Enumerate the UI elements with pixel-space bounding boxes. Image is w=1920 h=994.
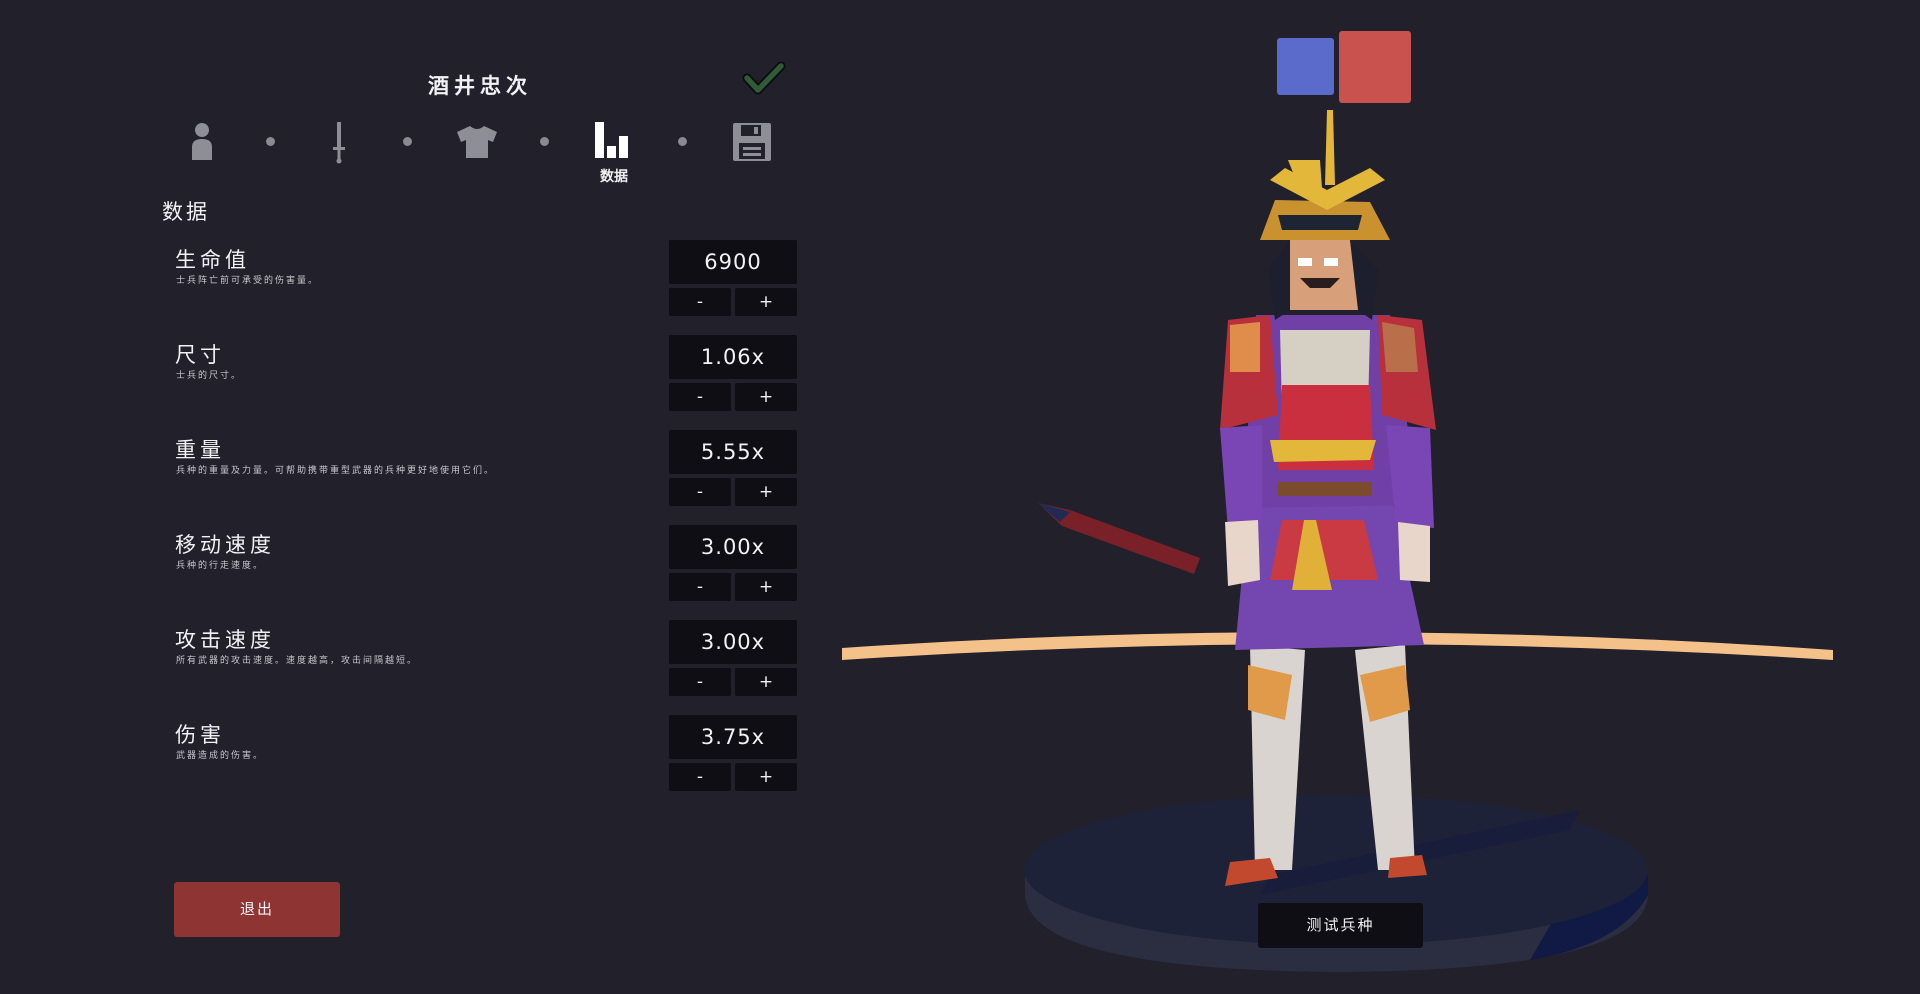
decrease-button[interactable]: - xyxy=(669,288,731,316)
increase-button[interactable]: + xyxy=(735,573,797,601)
exit-button[interactable]: 退出 xyxy=(174,882,340,937)
stat-name: 伤害 xyxy=(175,723,225,747)
stat-row-size: 尺寸 士兵的尺寸。 1.06x - + xyxy=(0,335,820,429)
increase-button[interactable]: + xyxy=(735,668,797,696)
stat-value[interactable]: 3.75x xyxy=(669,715,797,759)
stat-name: 重量 xyxy=(175,438,225,462)
stat-row-weight: 重量 兵种的重量及力量。可帮助携带重型武器的兵种更好地使用它们。 5.55x -… xyxy=(0,430,820,524)
stat-description: 士兵阵亡前可承受的伤害量。 xyxy=(176,276,320,286)
step-clothing[interactable] xyxy=(455,120,499,164)
stat-value[interactable]: 5.55x xyxy=(669,430,797,474)
stat-name: 尺寸 xyxy=(175,343,225,367)
stat-row-damage: 伤害 武器造成的伤害。 3.75x - + xyxy=(0,715,820,809)
decrease-button[interactable]: - xyxy=(669,668,731,696)
step-weapons[interactable] xyxy=(317,120,361,164)
team-red-swatch[interactable] xyxy=(1339,31,1411,103)
decrease-button[interactable]: - xyxy=(669,573,731,601)
floppy-disk-icon xyxy=(733,123,771,161)
test-unit-button[interactable]: 测试兵种 xyxy=(1258,903,1423,948)
step-save[interactable] xyxy=(730,120,774,164)
stat-description: 士兵的尺寸。 xyxy=(176,371,243,381)
sword-icon xyxy=(333,122,345,164)
step-separator xyxy=(403,137,412,146)
stat-description: 兵种的重量及力量。可帮助携带重型武器的兵种更好地使用它们。 xyxy=(176,466,496,476)
stat-value[interactable]: 3.00x xyxy=(669,620,797,664)
section-title: 数据 xyxy=(162,200,210,224)
step-stats-label: 数据 xyxy=(600,169,628,185)
step-stats[interactable] xyxy=(592,120,636,164)
decrease-button[interactable]: - xyxy=(669,763,731,791)
unit-preview[interactable] xyxy=(830,110,1850,990)
confirm-check-icon[interactable] xyxy=(742,61,786,96)
stat-value[interactable]: 3.00x xyxy=(669,525,797,569)
step-separator xyxy=(266,137,275,146)
stat-row-attack-speed: 攻击速度 所有武器的攻击速度。速度越高，攻击间隔越短。 3.00x - + xyxy=(0,620,820,714)
step-separator xyxy=(678,137,687,146)
increase-button[interactable]: + xyxy=(735,383,797,411)
stat-name: 生命值 xyxy=(175,248,250,272)
stat-row-health: 生命值 士兵阵亡前可承受的伤害量。 6900 - + xyxy=(0,240,820,334)
decrease-button[interactable]: - xyxy=(669,478,731,506)
unit-name[interactable]: 酒井忠次 xyxy=(380,70,580,100)
step-separator xyxy=(540,137,549,146)
stat-value[interactable]: 6900 xyxy=(669,240,797,284)
stat-name: 移动速度 xyxy=(175,533,275,557)
stat-description: 武器造成的伤害。 xyxy=(176,751,265,761)
increase-button[interactable]: + xyxy=(735,288,797,316)
stat-name: 攻击速度 xyxy=(175,628,275,652)
increase-button[interactable]: + xyxy=(735,763,797,791)
stat-description: 所有武器的攻击速度。速度越高，攻击间隔越短。 xyxy=(176,656,419,666)
shirt-icon xyxy=(457,126,497,158)
stat-description: 兵种的行走速度。 xyxy=(176,561,265,571)
person-icon xyxy=(192,123,212,160)
increase-button[interactable]: + xyxy=(735,478,797,506)
team-blue-swatch[interactable] xyxy=(1277,38,1334,95)
stat-row-move-speed: 移动速度 兵种的行走速度。 3.00x - + xyxy=(0,525,820,619)
decrease-button[interactable]: - xyxy=(669,383,731,411)
stat-value[interactable]: 1.06x xyxy=(669,335,797,379)
step-appearance[interactable] xyxy=(180,120,224,164)
bar-chart-icon xyxy=(595,122,628,158)
